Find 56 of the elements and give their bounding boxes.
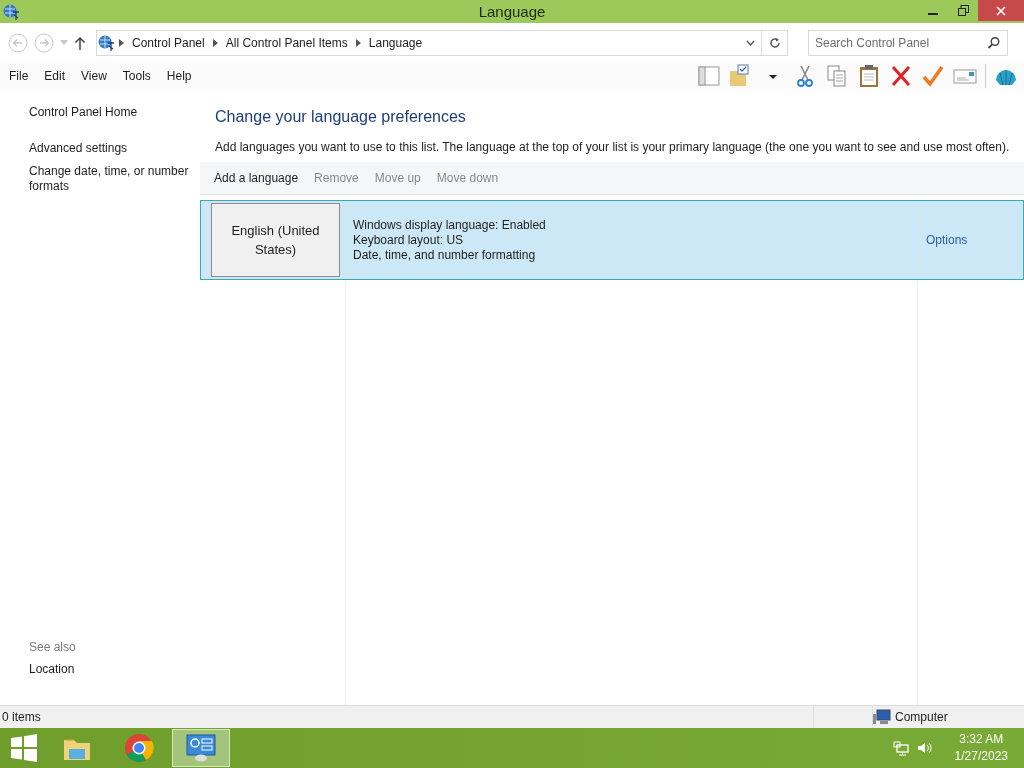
network-icon[interactable]: [892, 740, 909, 756]
chevron-icon: [118, 39, 125, 47]
menu-item[interactable]: File: [0, 69, 37, 83]
delete-x-icon[interactable]: [889, 64, 913, 88]
sidebar-link[interactable]: Location: [29, 662, 194, 677]
menu-item[interactable]: Help: [158, 69, 200, 83]
sidebar-link[interactable]: Advanced settings: [29, 141, 194, 156]
menu-item[interactable]: Edit: [36, 69, 74, 83]
search-icon[interactable]: [987, 36, 1001, 50]
control-panel-icon: [185, 732, 217, 764]
minimize-icon: [928, 13, 938, 15]
layout-icon[interactable]: [697, 64, 721, 88]
breadcrumb[interactable]: All Control Panel Items: [221, 36, 352, 50]
globe-icon: [97, 34, 115, 52]
language-detail: Keyboard layout: US: [353, 233, 465, 248]
checkmark-icon[interactable]: [921, 64, 945, 88]
page-heading: Change your language preferences: [215, 108, 467, 126]
language-row[interactable]: English (United States) Windows display language: Enabled Keyboard layout: US Date, time, and number formatting Options: [200, 200, 1024, 280]
caret-icon: [60, 40, 68, 46]
chevron-icon: [211, 39, 219, 47]
forward-button[interactable]: [34, 33, 54, 53]
language-detail: Windows display language: Enabled: [353, 218, 547, 233]
sidebar-link[interactable]: Control Panel Home: [29, 105, 194, 120]
sidebar-link[interactable]: Change date, time, or number formats: [29, 164, 194, 194]
clipboard-icon[interactable]: [857, 64, 881, 88]
window-title: Language: [478, 3, 546, 20]
breadcrumb[interactable]: Language: [364, 36, 427, 50]
refresh-icon: [768, 37, 781, 49]
breadcrumb[interactable]: Control Panel: [128, 36, 209, 50]
computer-icon: [873, 709, 891, 725]
up-button[interactable]: [74, 36, 86, 50]
item-count: 0 items: [1, 710, 41, 724]
back-button[interactable]: [8, 33, 28, 53]
address-bar[interactable]: Control Panel All Control Panel Items Language: [96, 30, 788, 56]
windows-logo-icon: [10, 734, 38, 762]
action-button[interactable]: Add a language: [206, 171, 307, 185]
language-detail: Date, time, and number formatting: [353, 248, 537, 263]
options-link[interactable]: Options: [926, 233, 968, 247]
up-arrow-icon: [74, 36, 86, 50]
chevron-down-icon: [746, 40, 755, 46]
restore-icon: [957, 5, 969, 16]
chrome-icon: [123, 732, 155, 764]
description-text: Add languages you want to use to this list. The language at the top of your list is your primary language (the one you want to see and use most often).: [215, 140, 1011, 154]
taskbar-app[interactable]: [172, 729, 230, 767]
see-also-heading: See also: [29, 640, 77, 654]
speaker-icon[interactable]: [916, 740, 933, 756]
menu-item[interactable]: View: [73, 69, 115, 83]
copy-icon[interactable]: [825, 64, 849, 88]
chevron-icon: [354, 39, 362, 47]
recent-dropdown-button[interactable]: [60, 40, 68, 46]
search-field[interactable]: Search Control Panel: [808, 30, 1008, 56]
menu-item[interactable]: Tools: [114, 69, 159, 83]
globe-icon: [2, 2, 20, 21]
language-tile[interactable]: English (United States): [211, 203, 340, 277]
close-icon: [996, 5, 1006, 16]
zone-label: Computer: [895, 710, 948, 724]
